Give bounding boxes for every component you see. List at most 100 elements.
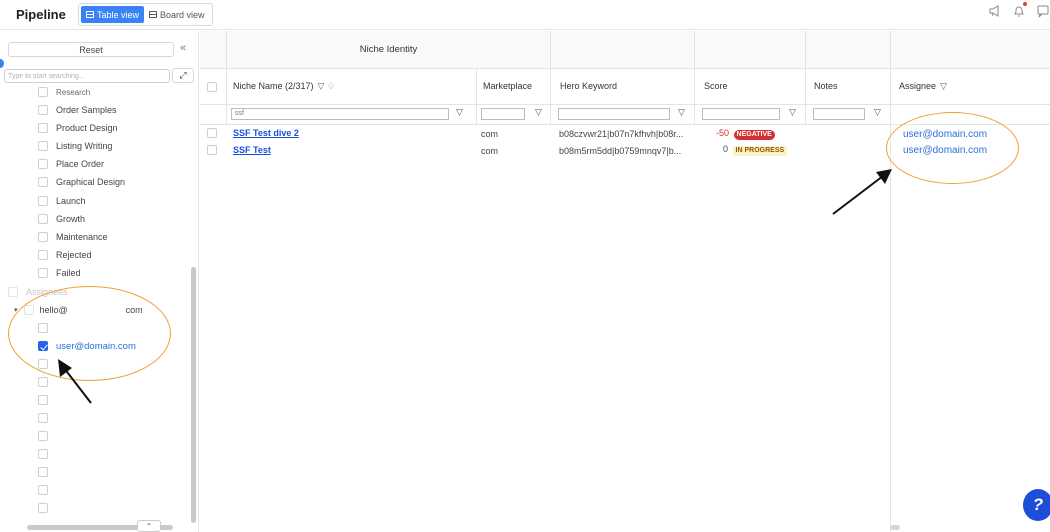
expand-icon[interactable]: ⤢	[172, 68, 194, 83]
column-header-marketplace[interactable]: Marketplace	[483, 68, 549, 104]
checkbox[interactable]	[38, 467, 48, 477]
group-header-blank	[551, 31, 694, 68]
marketplace-cell: com	[481, 129, 499, 139]
top-bar: Pipeline Table view Board view	[0, 0, 1050, 30]
stage-item-product-design[interactable]: Product Design	[38, 121, 118, 135]
board-view-label: Board view	[160, 9, 205, 20]
marketplace-cell: com	[481, 146, 499, 156]
checkbox[interactable]	[8, 287, 18, 297]
checkbox[interactable]	[38, 123, 48, 133]
assignee-item[interactable]	[38, 393, 48, 407]
grid-scrollbar[interactable]	[890, 525, 900, 530]
sort-filter-icon[interactable]: ▽ ♢	[318, 81, 336, 92]
table-view-button[interactable]: Table view	[81, 6, 145, 23]
assignee-item[interactable]	[38, 429, 48, 443]
table-view-label: Table view	[97, 9, 140, 20]
column-header-score[interactable]: Score	[704, 68, 804, 104]
sidebar-search-input[interactable]: Type to start searching...	[4, 69, 170, 83]
filter-icon[interactable]: ▽	[535, 107, 542, 118]
checkbox[interactable]	[38, 250, 48, 260]
megaphone-icon[interactable]	[988, 4, 1002, 18]
score-value: -50	[716, 128, 730, 138]
pipeline-table: Niche Identity Niche Name (2/317) ▽ ♢ Ma…	[200, 31, 1050, 532]
group-header-blank	[891, 31, 1050, 68]
filter-icon[interactable]: ▽	[789, 107, 796, 118]
divider	[200, 104, 1050, 105]
checkbox[interactable]	[38, 196, 48, 206]
stage-item-graphical-design[interactable]: Graphical Design	[38, 175, 125, 189]
checkbox[interactable]	[38, 141, 48, 151]
view-toggle: Table view Board view	[78, 3, 213, 26]
column-label: Assignee	[899, 81, 937, 91]
assignee-item[interactable]	[38, 411, 48, 425]
reset-button[interactable]: Reset	[8, 42, 174, 57]
score-value: 0	[723, 144, 729, 154]
checkbox[interactable]	[38, 268, 48, 278]
checkbox[interactable]	[38, 503, 48, 513]
column-header-niche-name[interactable]: Niche Name (2/317) ▽ ♢	[233, 68, 473, 104]
stage-label: Graphical Design	[56, 177, 126, 187]
checkbox[interactable]	[38, 214, 48, 224]
checkbox[interactable]	[38, 377, 48, 387]
divider	[694, 31, 695, 124]
checkbox[interactable]	[38, 105, 48, 115]
chat-icon[interactable]	[1036, 4, 1050, 18]
assignee-item[interactable]	[38, 465, 48, 479]
assignee-item[interactable]	[38, 375, 48, 389]
status-badge: NEGATIVE	[733, 130, 775, 140]
board-view-button[interactable]: Board view	[144, 6, 210, 23]
stage-item-maintenance[interactable]: Maintenance	[38, 230, 108, 244]
filter-icon[interactable]: ▽	[874, 107, 881, 118]
niche-name-filter-input[interactable]: ssf	[231, 108, 449, 120]
collapse-sidebar-icon[interactable]: «	[180, 42, 186, 54]
checkbox[interactable]	[38, 485, 48, 495]
bell-icon[interactable]	[1012, 2, 1027, 18]
stage-item-research[interactable]: Research	[38, 85, 90, 99]
select-all-checkbox[interactable]	[207, 82, 217, 92]
stage-item-launch[interactable]: Launch	[38, 194, 86, 208]
stage-item-rejected[interactable]: Rejected	[38, 248, 92, 262]
header-actions	[988, 2, 1050, 18]
checkbox[interactable]	[38, 395, 48, 405]
filter-icon[interactable]: ▽	[678, 107, 685, 118]
niche-name-link[interactable]: SSF Test	[233, 145, 463, 155]
scroll-up-icon[interactable]: ⌃	[137, 520, 161, 532]
stage-item-growth[interactable]: Growth	[38, 212, 85, 226]
stage-item-listing-writing[interactable]: Listing Writing	[38, 139, 112, 153]
niche-name-link[interactable]: SSF Test dive 2	[233, 128, 463, 138]
checkbox[interactable]	[38, 413, 48, 423]
divider	[226, 31, 227, 124]
row-checkbox[interactable]	[207, 145, 217, 155]
highlight-ellipse	[8, 286, 171, 381]
sidebar-vertical-scrollbar[interactable]	[191, 267, 196, 523]
filter-icon[interactable]: ▽	[456, 107, 463, 118]
marketplace-filter-input[interactable]	[481, 108, 525, 120]
checkbox[interactable]	[38, 449, 48, 459]
divider	[476, 68, 477, 124]
checkbox[interactable]	[38, 431, 48, 441]
checkbox[interactable]	[38, 232, 48, 242]
hero-keyword-filter-input[interactable]	[558, 108, 670, 120]
notes-filter-input[interactable]	[813, 108, 865, 120]
assignee-item[interactable]	[38, 501, 48, 515]
row-checkbox[interactable]	[207, 128, 217, 138]
checkbox[interactable]	[38, 159, 48, 169]
assignee-item[interactable]	[38, 447, 48, 461]
filter-sidebar: Reset « Type to start searching... ⤢ Res…	[0, 31, 199, 532]
stage-label: Product Design	[56, 123, 118, 133]
column-header-notes[interactable]: Notes	[814, 68, 884, 104]
stage-label: Listing Writing	[56, 141, 113, 151]
score-filter-input[interactable]	[702, 108, 780, 120]
help-button[interactable]: ?	[1023, 489, 1050, 521]
checkbox[interactable]	[38, 177, 48, 187]
stage-item-order-samples[interactable]: Order Samples	[38, 103, 117, 117]
stage-item-failed[interactable]: Failed	[38, 266, 81, 280]
filter-icon[interactable]: ▽	[940, 81, 947, 92]
checkbox[interactable]	[38, 87, 48, 97]
stage-label: Maintenance	[56, 232, 108, 242]
group-header-spacer	[200, 31, 226, 68]
column-header-hero-keyword[interactable]: Hero Keyword	[560, 68, 690, 104]
stage-item-place-order[interactable]: Place Order	[38, 157, 104, 171]
column-header-assignee[interactable]: Assignee ▽	[899, 68, 1049, 104]
assignee-item[interactable]	[38, 483, 48, 497]
